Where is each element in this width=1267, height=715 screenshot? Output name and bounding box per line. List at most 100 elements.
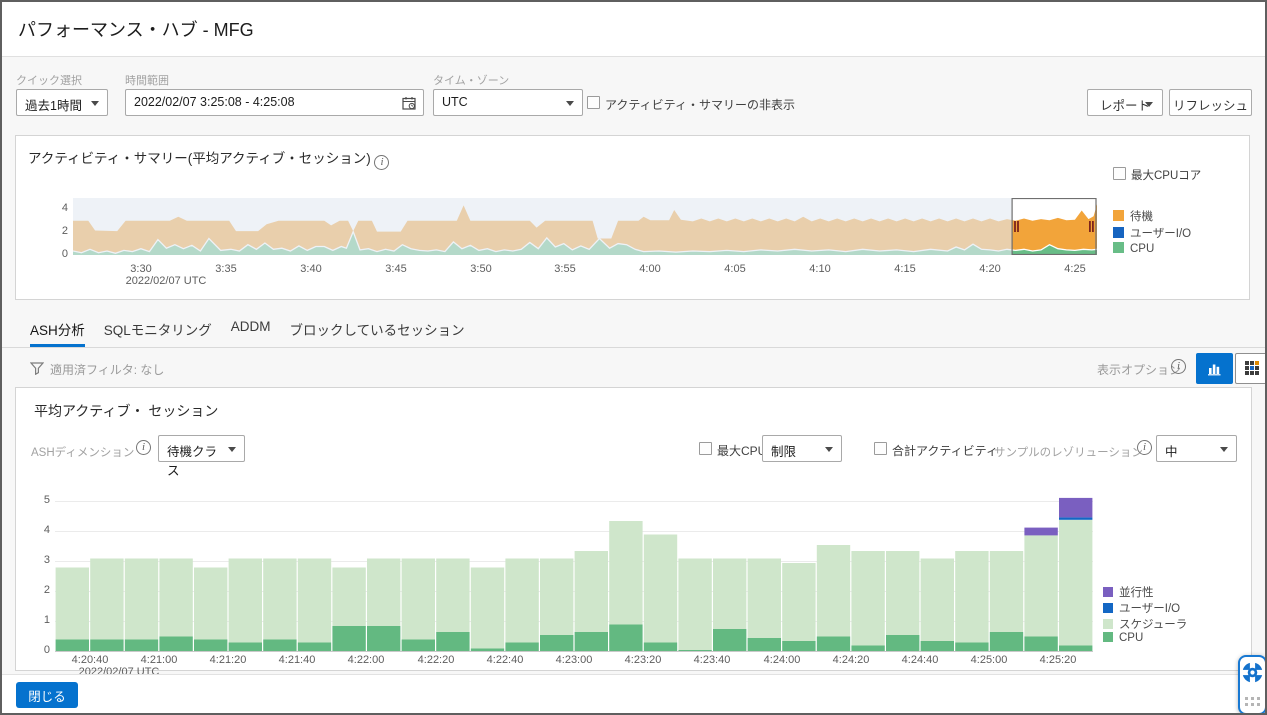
x-tick-label: 4:24:20 xyxy=(833,654,870,666)
x-tick-label: 3:55 xyxy=(554,263,575,275)
x-axis-sublabel: 2022/02/07 UTC xyxy=(126,275,207,287)
info-icon[interactable]: i xyxy=(1137,440,1152,455)
activity-area-chart-svg[interactable] xyxy=(73,198,1097,255)
x-tick-label: 4:22:40 xyxy=(487,654,524,666)
legend-label: 並行性 xyxy=(1119,587,1154,599)
legend-label: ユーザーI/O xyxy=(1130,228,1191,240)
x-tick-label: 4:23:20 xyxy=(625,654,662,666)
sample-resolution-dropdown[interactable]: 中 xyxy=(1156,435,1237,462)
quick-select-value: 過去1時間 xyxy=(25,99,82,113)
x-tick-label: 4:00 xyxy=(639,263,660,275)
max-cpu-label: 最大CPU xyxy=(717,442,766,459)
info-icon[interactable]: i xyxy=(136,440,151,455)
y-tick-label: 0 xyxy=(38,248,68,260)
legend-label: ユーザーI/O xyxy=(1119,603,1180,615)
legend-item: CPU xyxy=(1103,632,1143,644)
x-tick-label: 4:24:00 xyxy=(764,654,801,666)
legend-item: ユーザーI/O xyxy=(1103,600,1180,616)
y-tick-label: 2 xyxy=(38,225,68,237)
legend-item: 待機 xyxy=(1113,208,1153,224)
y-tick-label: 1 xyxy=(20,614,50,626)
total-activity-checkbox[interactable] xyxy=(874,442,887,455)
timezone-value: UTC xyxy=(442,95,468,109)
refresh-button-label: リフレッシュ xyxy=(1173,99,1248,113)
calendar-icon[interactable] xyxy=(402,96,417,111)
chevron-down-icon xyxy=(1220,447,1228,452)
x-tick-label: 4:23:00 xyxy=(556,654,593,666)
legend-swatch xyxy=(1103,632,1113,642)
chevron-down-icon xyxy=(228,447,236,452)
legend-label: CPU xyxy=(1130,243,1154,255)
report-button[interactable]: レポート xyxy=(1087,89,1163,116)
activity-summary-card: アクティビティ・サマリー(平均アクティブ・セッション) i 最大CPUコア 0 2… xyxy=(15,135,1250,300)
max-cpu-checkbox[interactable] xyxy=(699,442,712,455)
activity-area-chart[interactable] xyxy=(73,198,1097,255)
ash-dimension-dropdown[interactable]: 待機クラス xyxy=(158,435,245,462)
legend-item: CPU xyxy=(1113,242,1154,255)
footer-bar: 閉じる xyxy=(2,674,1265,715)
legend-swatch xyxy=(1103,619,1113,629)
info-icon[interactable]: i xyxy=(374,155,389,170)
report-button-label: レポート xyxy=(1100,99,1150,113)
timezone-label: タイム・ゾーン xyxy=(433,72,509,88)
chart-view-toggle-button[interactable] xyxy=(1196,353,1233,384)
y-tick-label: 4 xyxy=(38,202,68,214)
quick-select-label: クイック選択 xyxy=(16,72,82,88)
x-tick-label: 4:25 xyxy=(1064,263,1085,275)
bar-chart-icon xyxy=(1206,360,1223,377)
x-tick-label: 4:22:00 xyxy=(348,654,385,666)
x-tick-label: 3:45 xyxy=(385,263,406,275)
legend-label: CPU xyxy=(1119,632,1143,644)
y-tick-label: 0 xyxy=(20,644,50,656)
activity-summary-title: アクティビティ・サマリー(平均アクティブ・セッション) i xyxy=(28,147,389,170)
y-tick-label: 5 xyxy=(20,494,50,506)
x-tick-label: 4:15 xyxy=(894,263,915,275)
ash-bar-chart[interactable] xyxy=(55,496,1093,652)
max-cpu-limit-dropdown[interactable]: 制限 xyxy=(762,435,842,462)
time-range-input[interactable]: 2022/02/07 3:25:08 - 4:25:08 xyxy=(125,89,424,116)
x-tick-label: 3:30 xyxy=(130,263,151,275)
max-cpu-core-checkbox[interactable] xyxy=(1113,167,1126,180)
assistant-widget[interactable] xyxy=(1238,655,1267,715)
x-tick-label: 4:24:40 xyxy=(902,654,939,666)
load-map-view-toggle-button[interactable] xyxy=(1235,353,1267,384)
header: パフォーマンス・ハブ - MFG xyxy=(2,2,1265,57)
x-tick-label: 4:10 xyxy=(809,263,830,275)
y-tick-label: 2 xyxy=(20,584,50,596)
close-button[interactable]: 閉じる xyxy=(16,682,78,708)
tab-ash-analytics[interactable]: ASH分析 xyxy=(30,319,85,347)
x-tick-label: 4:25:20 xyxy=(1040,654,1077,666)
tab-addm[interactable]: ADDM xyxy=(231,319,271,347)
ash-dimension-label: ASHディメンション xyxy=(31,444,134,460)
legend-item: スケジューラ xyxy=(1103,616,1187,632)
x-tick-label: 3:35 xyxy=(215,263,236,275)
life-ring-icon[interactable] xyxy=(1241,661,1264,684)
timezone-dropdown[interactable]: UTC xyxy=(433,89,583,116)
ash-dimension-value: 待機クラス xyxy=(167,445,217,478)
legend-label: スケジューラ xyxy=(1119,619,1187,631)
tab-blocking-sessions[interactable]: ブロックしているセッション xyxy=(290,319,465,347)
x-tick-label: 3:50 xyxy=(470,263,491,275)
ash-bar-chart-svg[interactable] xyxy=(55,496,1093,652)
drag-handle-dots[interactable] xyxy=(1245,697,1260,706)
x-tick-label: 4:20 xyxy=(979,263,1000,275)
total-activity-label: 合計アクティビティ xyxy=(892,442,998,459)
legend-label: 待機 xyxy=(1130,211,1153,223)
hide-activity-summary-checkbox[interactable] xyxy=(587,96,600,109)
activity-summary-title-text: アクティビティ・サマリー(平均アクティブ・セッション) xyxy=(28,151,371,166)
tab-sql-monitoring[interactable]: SQLモニタリング xyxy=(104,319,212,347)
quick-select-dropdown[interactable]: 過去1時間 xyxy=(16,89,108,116)
display-options-label: 表示オプション xyxy=(1097,361,1181,378)
ash-chart-title: 平均アクティブ・ セッション xyxy=(34,401,218,421)
y-tick-label: 3 xyxy=(20,554,50,566)
refresh-button[interactable]: リフレッシュ xyxy=(1169,89,1252,116)
x-tick-label: 4:21:20 xyxy=(210,654,247,666)
legend-swatch xyxy=(1113,242,1124,253)
x-tick-label: 3:40 xyxy=(300,263,321,275)
tab-bar: ASH分析 SQLモニタリング ADDM ブロックしているセッション xyxy=(2,319,1265,348)
legend-swatch xyxy=(1103,587,1113,597)
applied-filter-text: 適用済フィルタ: なし xyxy=(50,361,164,378)
max-cpu-limit-value: 制限 xyxy=(771,445,796,459)
max-cpu-core-label: 最大CPUコア xyxy=(1131,167,1201,183)
info-icon[interactable]: i xyxy=(1171,359,1186,374)
